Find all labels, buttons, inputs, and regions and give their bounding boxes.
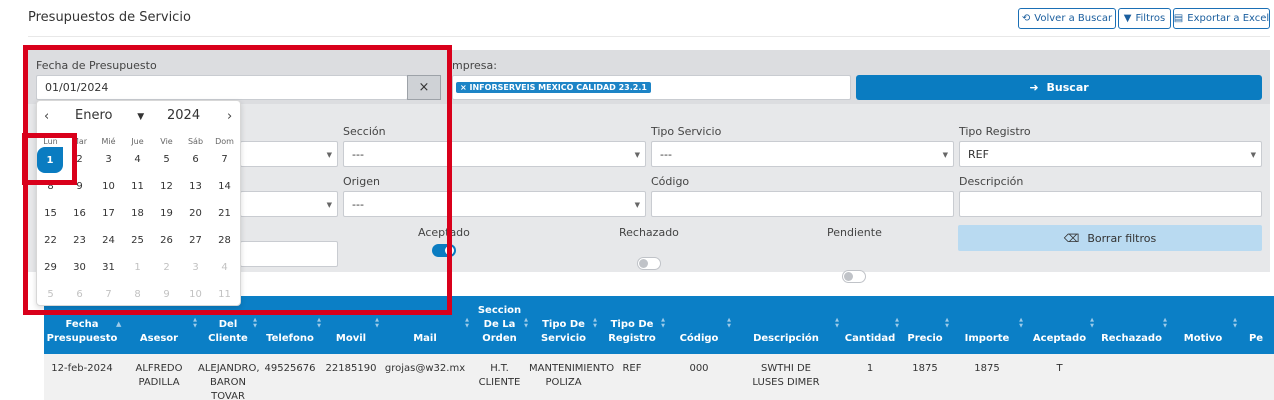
excel-file-icon: ▤: [1173, 13, 1184, 24]
borrar-filtros-label: Borrar filtros: [1087, 231, 1157, 245]
volver-a-buscar-label: Volver a Buscar: [1034, 13, 1113, 24]
filter-icon: ▼: [1123, 13, 1132, 24]
buscar-button[interactable]: ➜ Buscar: [856, 75, 1262, 100]
empresa-label: mpresa:: [452, 59, 497, 72]
filtros-label: Filtros: [1135, 13, 1166, 24]
borrar-filtros-button[interactable]: ⌫ Borrar filtros: [958, 225, 1262, 251]
arrow-right-icon: ➜: [1029, 81, 1039, 94]
highlight-box-day: [22, 133, 77, 185]
toggle-knob: [639, 259, 648, 268]
tipo-servicio-label: Tipo Servicio: [651, 125, 722, 138]
table-row[interactable]: [44, 354, 1274, 400]
tipo-registro-select[interactable]: REF ▼: [959, 141, 1262, 167]
pendiente-label: Pendiente: [827, 226, 882, 239]
descripcion-input[interactable]: [959, 191, 1262, 217]
rechazado-label: Rechazado: [619, 226, 679, 239]
tipo-servicio-value: ---: [660, 147, 672, 161]
chevron-down-icon: ▼: [1250, 150, 1256, 159]
pendiente-toggle[interactable]: [842, 270, 866, 283]
tipo-servicio-select[interactable]: --- ▼: [651, 141, 954, 167]
volver-a-buscar-button[interactable]: ⟲ Volver a Buscar: [1018, 8, 1116, 29]
rechazado-toggle[interactable]: [637, 257, 661, 270]
exportar-excel-label: Exportar a Excel: [1187, 13, 1270, 24]
empresa-tag[interactable]: × INFORSERVEIS MEXICO CALIDAD 23.2.1: [456, 82, 651, 93]
descripcion-label: Descripción: [959, 175, 1024, 188]
codigo-input[interactable]: [651, 191, 954, 217]
tipo-registro-value: REF: [968, 147, 989, 161]
filtros-button[interactable]: ▼ Filtros: [1118, 8, 1171, 29]
backspace-icon: ⌫: [1063, 231, 1080, 245]
chevron-down-icon: ▼: [634, 200, 640, 209]
undo-icon: ⟲: [1021, 13, 1031, 24]
tipo-registro-label: Tipo Registro: [959, 125, 1031, 138]
buscar-label: Buscar: [1046, 81, 1089, 94]
codigo-label: Código: [651, 175, 690, 188]
toggle-knob: [844, 272, 853, 281]
chevron-down-icon: ▼: [634, 150, 640, 159]
highlight-box: [23, 45, 452, 315]
chevron-down-icon: ▼: [942, 150, 948, 159]
empresa-select[interactable]: × INFORSERVEIS MEXICO CALIDAD 23.2.1: [452, 75, 851, 100]
exportar-excel-button[interactable]: ▤ Exportar a Excel: [1173, 8, 1270, 29]
empresa-tag-label: INFORSERVEIS MEXICO CALIDAD 23.2.1: [469, 83, 647, 92]
